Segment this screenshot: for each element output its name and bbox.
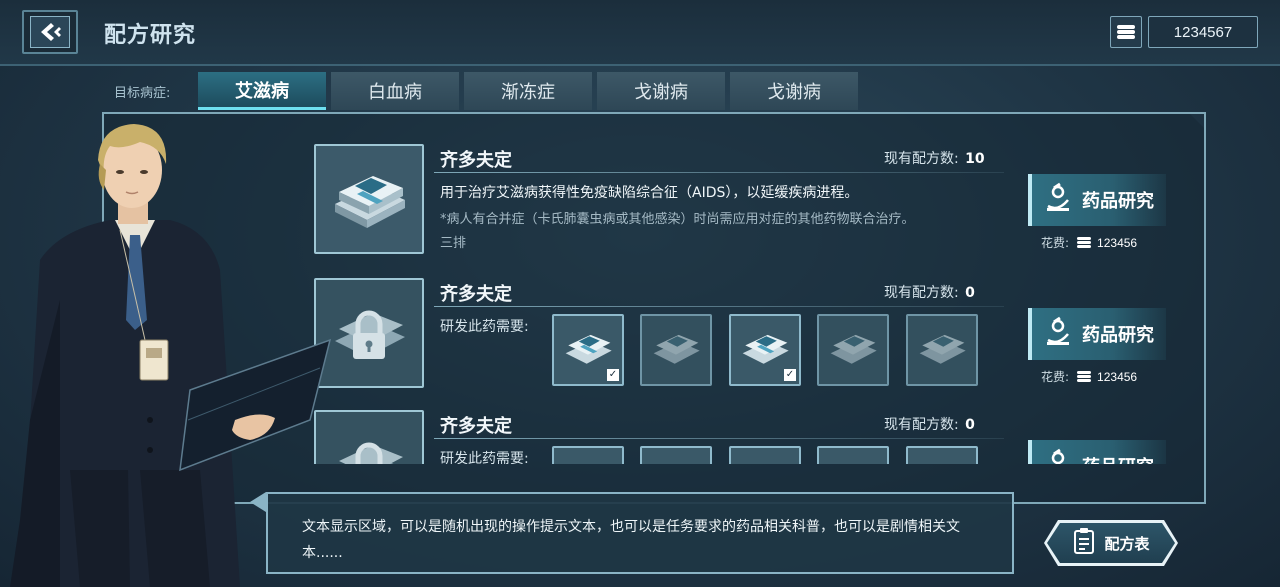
recipe-count: 现有配方数: 0 bbox=[884, 285, 975, 301]
hint-pointer bbox=[250, 492, 266, 512]
top-bar: 配方研究 1234567 bbox=[0, 0, 1280, 66]
recipe-note: *病人有合并症（卡氏肺囊虫病或其他感染）时尚需应用对症的其他药物联合治疗。 bbox=[440, 212, 915, 227]
microscope-icon bbox=[1044, 448, 1074, 464]
requirement-label: 研发此药需要: bbox=[440, 319, 529, 335]
check-icon: ✓ bbox=[784, 369, 796, 381]
recipe-item: 齐多夫定 现有配方数: 0 研发此药需要: 药品研究 bbox=[300, 406, 1200, 464]
tab-als[interactable]: 渐冻症 bbox=[464, 72, 592, 110]
page-title: 配方研究 bbox=[104, 23, 197, 48]
hint-text: 文本显示区域，可以是随机出现的操作提示文本，也可以是任务要求的药品相关科普，也可… bbox=[302, 519, 960, 561]
currency-icon bbox=[1077, 371, 1092, 382]
recipe-item: 齐多夫定 现有配方数: 10 用于治疗艾滋病获得性免疫缺陷综合征（AIDS），以… bbox=[300, 140, 1200, 262]
panel-corner bbox=[1188, 112, 1206, 130]
recipe-list[interactable]: 齐多夫定 现有配方数: 10 用于治疗艾滋病获得性免疫缺陷综合征（AIDS），以… bbox=[300, 136, 1200, 464]
target-disease-label: 目标病症: bbox=[114, 86, 171, 101]
requirement-label: 研发此药需要: bbox=[440, 451, 529, 464]
ingredient-slot[interactable] bbox=[817, 314, 889, 386]
currency-icon[interactable] bbox=[1110, 16, 1142, 48]
ingredient-slot[interactable] bbox=[817, 446, 889, 464]
tab-gaucher-1[interactable]: 戈谢病 bbox=[597, 72, 725, 110]
back-arrow-icon bbox=[30, 16, 70, 48]
divider bbox=[434, 306, 1004, 307]
research-button[interactable]: 药品研究 bbox=[1028, 308, 1166, 360]
recipe-name: 齐多夫定 bbox=[440, 284, 512, 305]
tab-gaucher-2[interactable]: 戈谢病 bbox=[730, 72, 858, 110]
clipboard-icon bbox=[1072, 527, 1096, 559]
ingredient-slot[interactable]: ✓ bbox=[552, 314, 624, 386]
currency-amount: 1234567 bbox=[1148, 16, 1258, 48]
microscope-icon bbox=[1044, 316, 1074, 352]
recipe-count: 现有配方数: 0 bbox=[884, 417, 975, 433]
recipe-name: 齐多夫定 bbox=[440, 416, 512, 437]
back-button[interactable] bbox=[22, 10, 78, 54]
ingredient-slot[interactable]: ✓ bbox=[729, 314, 801, 386]
recipe-description: 用于治疗艾滋病获得性免疫缺陷综合征（AIDS），以延缓疾病进程。 bbox=[440, 185, 859, 201]
tab-leukemia[interactable]: 白血病 bbox=[331, 72, 459, 110]
recipe-item: 齐多夫定 现有配方数: 0 研发此药需要: ✓ ✓ 药品研究 花费: 12345… bbox=[300, 274, 1200, 396]
ingredient-slot[interactable] bbox=[906, 314, 978, 386]
ingredient-slot[interactable] bbox=[640, 446, 712, 464]
formula-table-button[interactable]: 配方表 bbox=[1047, 523, 1175, 563]
divider bbox=[434, 438, 1004, 439]
research-button[interactable]: 药品研究 bbox=[1028, 440, 1166, 464]
recipe-note-extra: 三排 bbox=[440, 236, 467, 251]
ingredient-slot[interactable] bbox=[729, 446, 801, 464]
ingredient-slot[interactable] bbox=[552, 446, 624, 464]
recipe-count: 现有配方数: 10 bbox=[884, 151, 985, 167]
check-icon: ✓ bbox=[607, 369, 619, 381]
research-cost: 花费: 123456 bbox=[1041, 369, 1138, 385]
ingredient-slot[interactable] bbox=[640, 314, 712, 386]
tab-aids[interactable]: 艾滋病 bbox=[198, 72, 326, 110]
research-cost: 花费: 123456 bbox=[1041, 235, 1138, 251]
microscope-icon bbox=[1044, 182, 1074, 218]
hint-box: 文本显示区域，可以是随机出现的操作提示文本，也可以是任务要求的药品相关科普，也可… bbox=[266, 492, 1014, 574]
ingredient-slot[interactable] bbox=[906, 446, 978, 464]
divider bbox=[434, 172, 1004, 173]
currency-icon bbox=[1077, 237, 1092, 248]
recipe-name: 齐多夫定 bbox=[440, 150, 512, 171]
research-button[interactable]: 药品研究 bbox=[1028, 174, 1166, 226]
